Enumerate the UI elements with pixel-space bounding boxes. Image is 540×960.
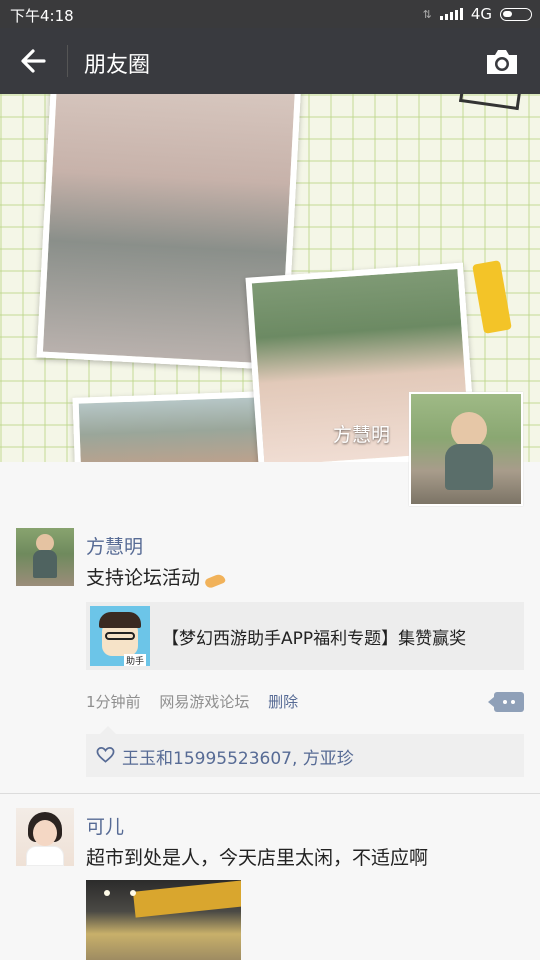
camera-button[interactable] <box>484 46 520 78</box>
nav-bar: 朋友圈 <box>0 28 540 94</box>
back-button[interactable] <box>14 43 54 79</box>
post-author-name[interactable]: 方慧明 <box>86 532 143 559</box>
comment-menu-button[interactable] <box>488 692 524 712</box>
battery-icon <box>500 7 532 21</box>
avatar-face <box>33 820 57 846</box>
link-title: 【梦幻西游助手APP福利专题】集赞赢奖 <box>162 629 467 649</box>
signal-strength-icon <box>439 8 463 20</box>
status-time: 下午4:18 <box>10 7 74 25</box>
post-avatar[interactable] <box>16 808 74 866</box>
post-meta: 1分钟前 网易游戏论坛 删除 <box>86 691 312 712</box>
post-time: 1分钟前 <box>86 693 141 711</box>
network-type: 4G <box>470 5 492 23</box>
post-text: 超市到处是人，今天店里太闲，不适应啊 <box>86 847 429 869</box>
avatar-figure-body <box>33 550 57 578</box>
post-text: 支持论坛活动 <box>86 563 228 590</box>
heart-icon <box>96 747 115 763</box>
profile-avatar[interactable] <box>409 392 523 506</box>
photo-light <box>130 890 136 896</box>
thumbnail-tag: 助手 <box>124 654 147 666</box>
status-bar: 下午4:18 ⇅ 4G <box>0 0 540 28</box>
thumbnail-hair <box>99 612 141 628</box>
post-photo[interactable] <box>86 880 241 960</box>
cover-sticker <box>472 260 512 334</box>
cover-user-name: 方慧明 <box>332 424 390 446</box>
post-text-content: 支持论坛活动 <box>86 567 201 589</box>
post-avatar[interactable] <box>16 528 74 586</box>
photo-shop-sign <box>132 880 241 918</box>
avatar-figure-body <box>445 444 493 490</box>
likes-box: 王玉和15995523607, 方亚珍 <box>86 726 524 777</box>
delete-link[interactable]: 删除 <box>268 693 298 711</box>
post-source: 网易游戏论坛 <box>159 693 250 711</box>
thumbnail-glasses <box>105 632 135 640</box>
shared-link-card[interactable]: 助手 【梦幻西游助手APP福利专题】集赞赢奖 <box>86 602 524 670</box>
avatar-figure-head <box>451 412 487 448</box>
likes-names[interactable]: 王玉和15995523607, 方亚珍 <box>122 744 354 769</box>
arrow-left-icon <box>21 49 46 73</box>
data-arrows-icon: ⇅ <box>422 7 432 21</box>
nav-divider <box>67 45 68 77</box>
praying-hands-icon <box>202 570 228 589</box>
camera-icon <box>487 50 517 74</box>
page-title: 朋友圈 <box>84 53 151 78</box>
cover-decoration <box>459 94 521 111</box>
photo-light <box>104 890 110 896</box>
post-divider <box>0 793 540 794</box>
status-indicators: ⇅ 4G <box>423 5 532 23</box>
post-author-name[interactable]: 可儿 <box>86 812 124 839</box>
avatar-shirt <box>26 846 64 866</box>
link-thumbnail: 助手 <box>90 606 150 666</box>
